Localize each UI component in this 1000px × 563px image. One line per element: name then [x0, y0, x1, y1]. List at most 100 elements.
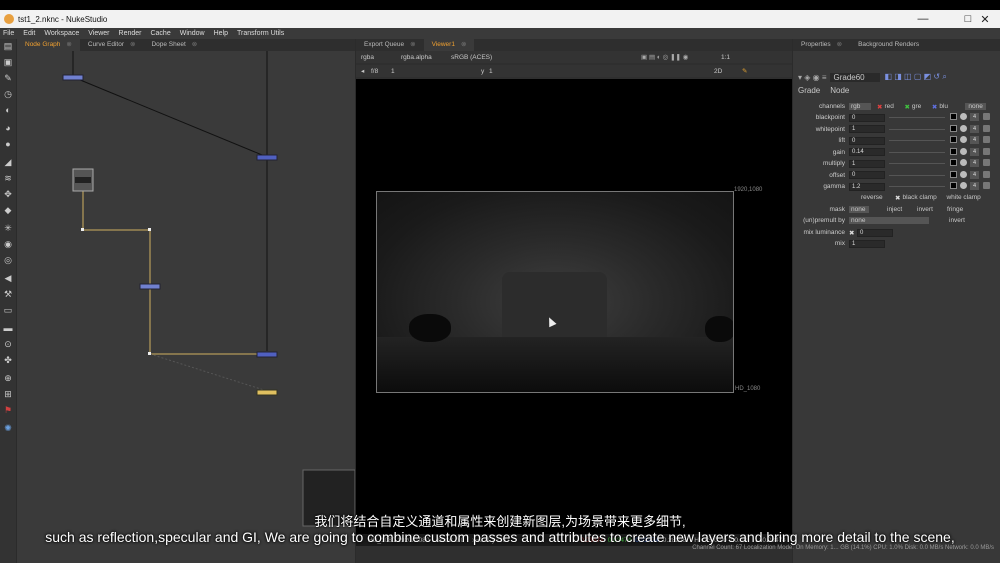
mix-field[interactable]: 1	[849, 239, 885, 248]
menu-edit[interactable]: Edit	[23, 30, 35, 37]
close-icon[interactable]: ⊗	[192, 41, 197, 48]
node-name-field[interactable]: Grade60	[830, 72, 881, 82]
channel-count-button[interactable]: 4	[970, 147, 979, 156]
menu-render[interactable]: Render	[119, 30, 142, 37]
fstop-value[interactable]: f/8	[371, 68, 391, 75]
fringe-checkbox[interactable]: fringe	[947, 206, 963, 213]
color-swatch[interactable]	[950, 182, 957, 189]
keyer-icon[interactable]: ◢	[3, 157, 13, 167]
param-slider[interactable]	[889, 140, 945, 141]
channel-count-button[interactable]: 4	[970, 170, 979, 179]
tab-curve-editor[interactable]: Curve Editor ⊗	[80, 39, 144, 51]
channel-count-button[interactable]: 4	[970, 136, 979, 144]
node-toolbar-icons[interactable]: ◧ ◨ ◫ ▢ ◩ ↺ ⌕	[884, 72, 946, 82]
animation-menu-icon[interactable]	[983, 147, 990, 155]
red-checkbox[interactable]: ✖	[877, 103, 882, 111]
reverse-checkbox[interactable]: reverse	[861, 194, 889, 201]
animation-menu-icon[interactable]	[983, 170, 990, 178]
transform-icon[interactable]: ✥	[3, 189, 13, 199]
menu-viewer[interactable]: Viewer	[88, 30, 109, 37]
deep-icon[interactable]: ◉	[3, 239, 13, 249]
color-swatch[interactable]	[950, 124, 957, 132]
invert-checkbox[interactable]: invert	[949, 217, 965, 224]
color-swatch[interactable]	[950, 170, 957, 178]
merge-icon[interactable]: ≋	[3, 173, 13, 183]
menu-workspace[interactable]: Workspace	[44, 30, 79, 37]
gear-icon[interactable]: ✺	[3, 423, 13, 433]
animation-menu-icon[interactable]	[983, 113, 990, 120]
param-slider[interactable]	[889, 163, 945, 164]
paint-icon[interactable]: ✎	[742, 67, 747, 75]
param-slider[interactable]	[889, 128, 945, 130]
time-icon[interactable]: ◷	[3, 89, 13, 99]
param-slider[interactable]	[889, 117, 945, 118]
white-clamp-checkbox[interactable]: white clamp	[946, 194, 980, 201]
channels-dropdown[interactable]: rgba	[361, 54, 401, 61]
black-clamp-checkbox-icon[interactable]: ✖	[895, 194, 900, 202]
channel-count-button[interactable]: 4	[970, 124, 979, 133]
nodes-icon[interactable]: ✤	[3, 355, 13, 365]
tab-dope-sheet[interactable]: Dope Sheet ⊗	[143, 39, 205, 51]
tab-background-renders[interactable]: Background Renders	[850, 39, 927, 51]
invert-checkbox[interactable]: invert	[917, 206, 947, 213]
viewer-viewport[interactable]: 1920,1080 HD_1080	[356, 79, 792, 534]
animation-menu-icon[interactable]	[983, 124, 990, 132]
views-icon[interactable]: ◎	[3, 255, 13, 265]
channel-icon[interactable]: ◐	[3, 105, 13, 115]
subtab-node[interactable]: Node	[830, 86, 849, 95]
menu-transform-utils[interactable]: Transform Utils	[237, 30, 284, 37]
channel-count-button[interactable]: 4	[970, 159, 979, 167]
draw-icon[interactable]: ✎	[3, 73, 13, 83]
color-wheel-icon[interactable]	[960, 147, 967, 155]
node-graph-canvas[interactable]	[17, 51, 355, 563]
image-icon[interactable]: ▣	[3, 57, 13, 67]
color-wheel-icon[interactable]	[960, 182, 967, 189]
param-field[interactable]: 1	[849, 125, 885, 133]
mask-dropdown[interactable]: none	[849, 206, 869, 213]
animation-menu-icon[interactable]	[983, 182, 990, 189]
inject-checkbox[interactable]: inject	[887, 206, 917, 213]
channel-count-button[interactable]: 4	[970, 113, 979, 121]
param-slider[interactable]	[889, 186, 945, 187]
close-icon[interactable]: ⊗	[66, 41, 71, 48]
menu-window[interactable]: Window	[180, 30, 205, 37]
param-field[interactable]: 1.2	[849, 182, 885, 191]
color-swatch[interactable]	[950, 159, 957, 166]
toolsets-icon[interactable]: ⚒	[3, 289, 13, 299]
menu-file[interactable]: File	[3, 30, 14, 37]
zoom-dropdown[interactable]: 1:1	[721, 54, 730, 61]
animation-menu-icon[interactable]	[983, 136, 990, 143]
minimize-button[interactable]: —	[908, 10, 938, 28]
param-slider[interactable]	[889, 151, 945, 153]
cara-icon[interactable]: ⊙	[3, 339, 13, 349]
color-wheel-icon[interactable]	[960, 170, 967, 178]
mix-luminance-checkbox[interactable]: ✖	[849, 229, 857, 237]
close-icon[interactable]: ⊗	[837, 41, 842, 48]
close-icon[interactable]: ⊗	[410, 41, 415, 48]
colorspace-dropdown[interactable]: sRGB (ACES)	[451, 54, 641, 61]
tab-export-queue[interactable]: Export Queue ⊗	[356, 39, 424, 51]
globe-icon[interactable]: ⊕	[3, 373, 13, 383]
viewer-icons[interactable]: ▣ ▤ ◐ ◎ ❚❚ ◉	[641, 53, 721, 61]
fstop-left-icon[interactable]: ◂	[361, 67, 371, 75]
channel-count-button[interactable]: 4	[970, 182, 979, 190]
particles-icon[interactable]: ✳	[3, 223, 13, 233]
param-field[interactable]: 0	[849, 113, 885, 122]
param-field[interactable]: 0	[849, 136, 885, 145]
param-slider[interactable]	[889, 174, 945, 176]
none-dropdown[interactable]: none	[965, 103, 986, 110]
color-swatch[interactable]	[950, 147, 957, 155]
tab-node-graph[interactable]: Node Graph ⊗	[17, 39, 80, 51]
3d-icon[interactable]: ◆	[3, 205, 13, 215]
node-icons[interactable]: ▾ ◈ ◉ ≡	[798, 73, 826, 82]
menu-help[interactable]: Help	[214, 30, 228, 37]
close-icon[interactable]: ⊗	[130, 41, 135, 48]
animation-menu-icon[interactable]	[983, 159, 990, 166]
filter-icon[interactable]: ●	[3, 139, 13, 149]
mix-luminance-field[interactable]: 0	[857, 228, 893, 237]
blue-checkbox[interactable]: ✖	[932, 103, 937, 111]
y-field[interactable]: 1	[489, 68, 714, 75]
tab-properties[interactable]: Properties ⊗	[793, 39, 850, 51]
tab-viewer1[interactable]: Viewer1 ⊗	[423, 39, 475, 51]
menu-cache[interactable]: Cache	[150, 30, 170, 37]
